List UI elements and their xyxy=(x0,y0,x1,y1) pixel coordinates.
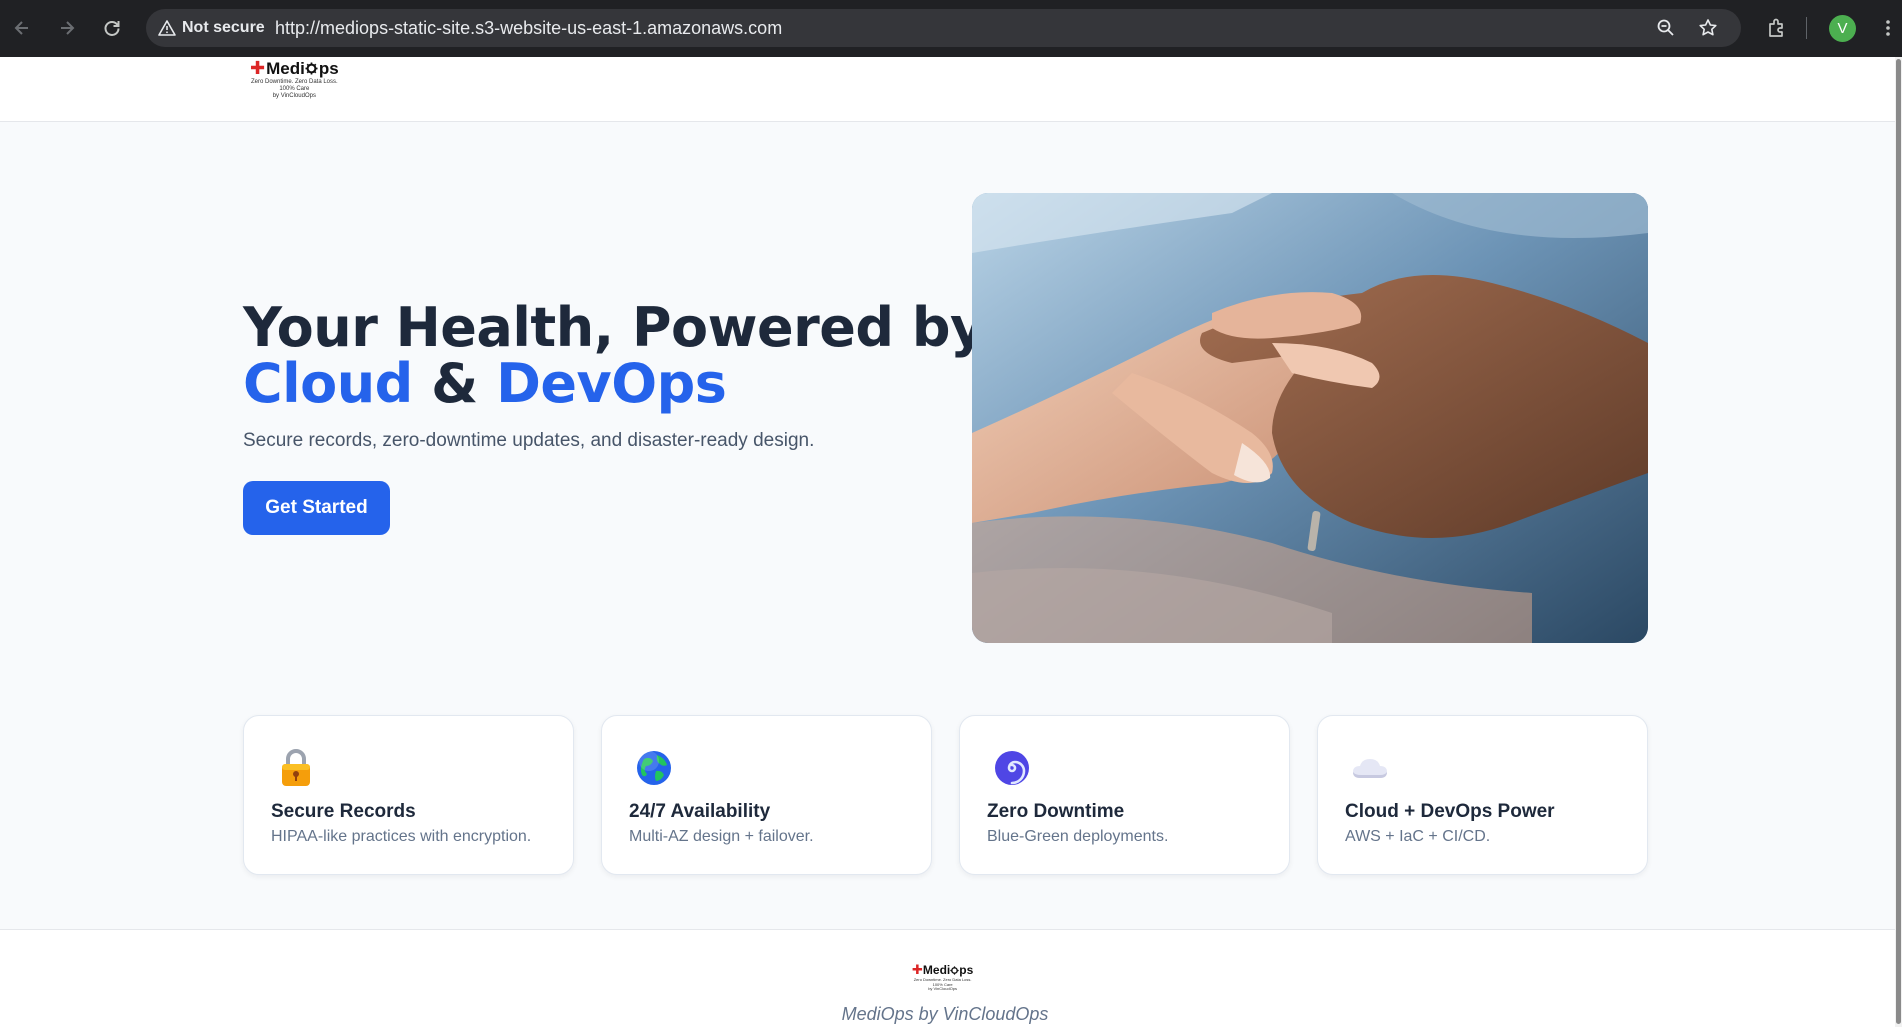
hero-image-holding-hands xyxy=(972,193,1648,643)
profile-avatar[interactable]: V xyxy=(1829,15,1856,42)
feature-card-cloud-devops: Cloud + DevOps Power AWS + IaC + CI/CD. xyxy=(1317,715,1648,875)
logo-tagline: Zero Downtime. Zero Data Loss. 100% Care… xyxy=(250,79,338,99)
forward-arrow-icon[interactable] xyxy=(53,14,81,42)
medical-cross-icon: ✚ xyxy=(250,58,266,78)
gear-icon xyxy=(305,62,318,75)
feature-title: Cloud + DevOps Power xyxy=(1345,801,1555,822)
cyclone-icon xyxy=(992,748,1032,788)
cloud-icon xyxy=(1350,748,1390,788)
feature-description: Multi-AZ design + failover. xyxy=(629,828,814,845)
feature-description: HIPAA-like practices with encryption. xyxy=(271,828,532,845)
feature-title: Secure Records xyxy=(271,801,416,822)
logo-wordmark: ✚ Medi ps xyxy=(250,58,339,78)
logo-wordmark: ✚ Medi ps xyxy=(912,962,974,977)
feature-title: 24/7 Availability xyxy=(629,801,771,822)
site-security-indicator[interactable]: Not secure xyxy=(158,18,265,38)
feature-card-secure-records: Secure Records HIPAA-like practices with… xyxy=(243,715,574,875)
extensions-icon[interactable] xyxy=(1763,14,1791,42)
zoom-icon[interactable] xyxy=(1654,16,1678,40)
feature-title: Zero Downtime xyxy=(987,801,1125,822)
page-scrollbar[interactable] xyxy=(1895,57,1902,1027)
back-arrow-icon[interactable] xyxy=(8,14,36,42)
menu-dots-icon[interactable] xyxy=(1874,14,1902,42)
footer-credit: MediOps by VinCloudOps xyxy=(841,1004,1049,1024)
feature-card-zero-downtime: Zero Downtime Blue-Green deployments. xyxy=(959,715,1290,875)
scrollbar-thumb[interactable] xyxy=(1896,59,1901,1024)
address-bar[interactable]: Not secure http://mediops-static-site.s3… xyxy=(146,9,1741,47)
lock-icon xyxy=(276,748,316,788)
feature-card-availability: 24/7 Availability Multi-AZ design + fail… xyxy=(601,715,932,875)
reload-icon[interactable] xyxy=(98,14,126,42)
bookmark-star-icon[interactable] xyxy=(1696,16,1720,40)
gear-icon xyxy=(950,965,959,975)
feature-description: AWS + IaC + CI/CD. xyxy=(1345,828,1491,845)
get-started-button[interactable]: Get Started xyxy=(243,481,390,535)
browser-toolbar: Not secure http://mediops-static-site.s3… xyxy=(0,0,1902,57)
logo-tagline: Zero Downtime. Zero Data Loss. 100% Care… xyxy=(913,977,972,992)
feature-description: Blue-Green deployments. xyxy=(987,828,1169,845)
hero-heading: Your Health, Powered by Cloud & DevOps xyxy=(243,296,985,415)
toolbar-divider xyxy=(1806,17,1807,39)
footer-logo: ✚ Medi ps Zero Downtime. Zero Data Loss.… xyxy=(912,962,973,992)
hero-subtitle: Secure records, zero-downtime updates, a… xyxy=(243,430,815,451)
security-label: Not secure xyxy=(182,19,265,36)
warning-icon xyxy=(158,20,176,36)
medical-cross-icon: ✚ xyxy=(912,962,923,977)
header-logo[interactable]: ✚ Medi ps Zero Downtime. Zero Data Loss.… xyxy=(250,58,339,100)
url-text[interactable]: http://mediops-static-site.s3-website-us… xyxy=(275,18,782,39)
globe-icon xyxy=(634,748,674,788)
